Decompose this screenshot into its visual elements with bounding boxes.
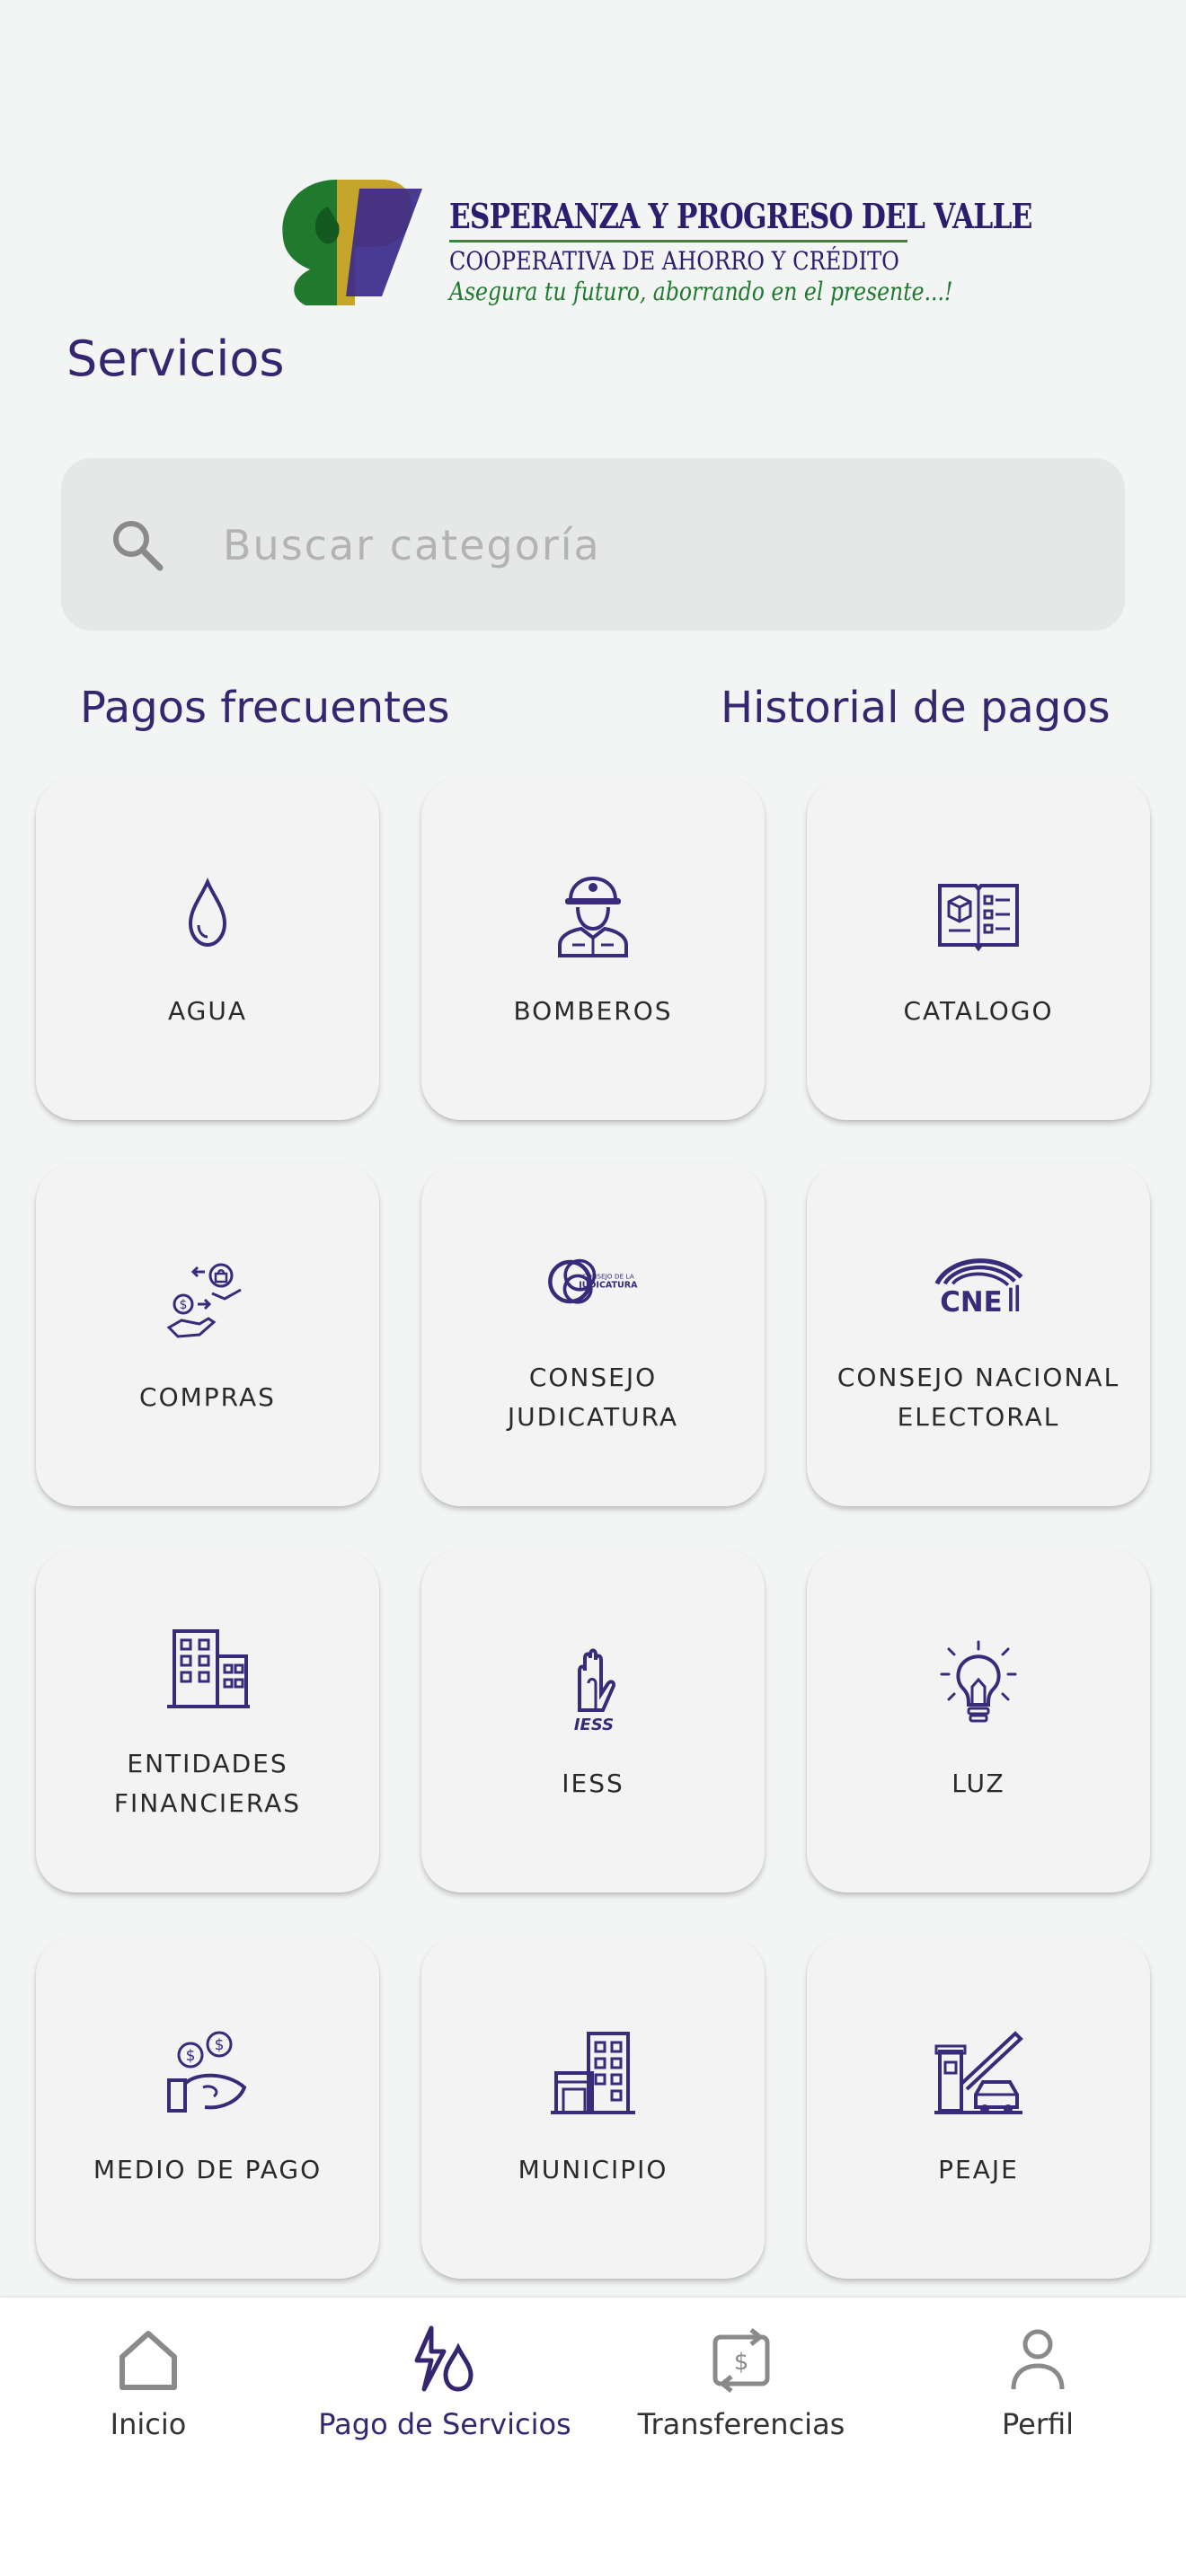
category-label: MEDIO DE PAGO [93,2155,323,2184]
firefighter-icon [558,876,628,957]
home-icon [119,2331,177,2390]
catalog-book-icon [938,884,1019,952]
category-card-bomberos[interactable]: BOMBEROS [421,777,765,1120]
toll-booth-icon [934,2031,1023,2114]
iess-logo-icon: IESS [574,1648,616,1734]
category-card-entidades-financieras[interactable]: ENTIDADES FINANCIERAS [36,1549,379,1892]
frequent-payments-link[interactable]: Pagos frecuentes [80,683,450,733]
category-card-luz[interactable]: LUZ [807,1549,1150,1892]
water-drop-icon [188,878,227,948]
category-label: ENTIDADES FINANCIERAS [113,1749,302,1818]
category-card-iess[interactable]: IESS IESS [421,1549,765,1892]
profile-person-icon [1011,2329,1065,2390]
svg-text:$: $ [215,2036,225,2054]
svg-text:IESS: IESS [574,1716,614,1734]
category-card-medio-de-pago[interactable]: $ $ MEDIO DE PAGO [36,1936,379,2279]
logo-subtitle: COOPERATIVA DE AHORRO Y CRÉDITO [449,246,899,276]
category-label: CONSEJO NACIONAL ELECTORAL [836,1363,1120,1432]
search-bar[interactable] [61,458,1125,631]
payment-hand-coins-icon: $ $ [167,2031,247,2113]
services-bolt-drop-icon [414,2325,474,2392]
purchase-exchange-icon: $ [166,1263,242,1338]
consejo-judicatura-logo-icon: CONSEJO DE LA JUDICATURA [548,1258,638,1304]
tab-label: Inicio [110,2407,187,2441]
svg-text:$: $ [180,1298,188,1312]
payment-history-link[interactable]: Historial de pagos [721,683,1111,733]
logo-divider [449,240,907,243]
category-card-consejo-judicatura[interactable]: CONSEJO DE LA JUDICATURA CONSEJO JUDICAT… [421,1163,765,1506]
category-label: CATALOGO [903,996,1054,1026]
category-card-cne[interactable]: CNE CONSEJO NACIONAL ELECTORAL [807,1163,1150,1506]
search-input[interactable] [221,501,1033,589]
category-label: CONSEJO JUDICATURA [507,1363,679,1432]
bottom-tab-bar: Inicio Pago de Servicios $ Transferencia… [0,2298,1186,2576]
transfer-dollar-icon: $ [712,2328,770,2393]
category-card-compras[interactable]: $ COMPRAS [36,1163,379,1506]
category-card-municipio[interactable]: MUNICIPIO [421,1936,765,2279]
municipal-building-icon [551,2032,635,2114]
tab-pago-de-servicios[interactable]: Pago de Servicios [310,2325,580,2459]
svg-text:JUDICATURA: JUDICATURA [578,1281,638,1291]
category-label: LUZ [951,1769,1005,1798]
bank-building-icon [167,1629,250,1708]
category-label: IESS [562,1769,624,1798]
cne-logo-icon: CNE [934,1258,1023,1319]
tab-label: Transferencias [637,2407,845,2441]
logo-name: ESPERANZA Y PROGRESO DEL VALLE [449,196,1032,236]
tab-label: Perfil [1001,2407,1075,2441]
svg-text:CNE: CNE [940,1286,1002,1319]
category-label: AGUA [167,996,247,1026]
svg-text:$: $ [186,2047,196,2065]
category-card-catalogo[interactable]: CATALOGO [807,777,1150,1120]
category-label: PEAJE [938,2155,1019,2184]
light-bulb-icon [940,1640,1017,1723]
category-card-agua[interactable]: AGUA [36,777,379,1120]
tab-inicio[interactable]: Inicio [13,2325,283,2459]
category-label: COMPRAS [139,1382,276,1412]
logo-slogan: Asegura tu futuro, aborrando en el prese… [449,277,953,306]
search-icon [113,521,164,571]
svg-text:$: $ [734,2349,749,2376]
page-title: Servicios [66,331,285,387]
category-label: MUNICIPIO [518,2155,668,2184]
category-card-peaje[interactable]: PEAJE [807,1936,1150,2279]
category-label: BOMBEROS [513,996,673,1026]
cooperative-logo-mark-icon [282,180,422,305]
svg-text:CONSEJO DE LA: CONSEJO DE LA [582,1272,634,1280]
tab-perfil[interactable]: Perfil [903,2325,1173,2459]
tab-transferencias[interactable]: $ Transferencias [606,2325,876,2459]
tab-label: Pago de Servicios [318,2407,571,2441]
cooperative-logo: ESPERANZA Y PROGRESO DEL VALLE COOPERATI… [274,171,1032,310]
